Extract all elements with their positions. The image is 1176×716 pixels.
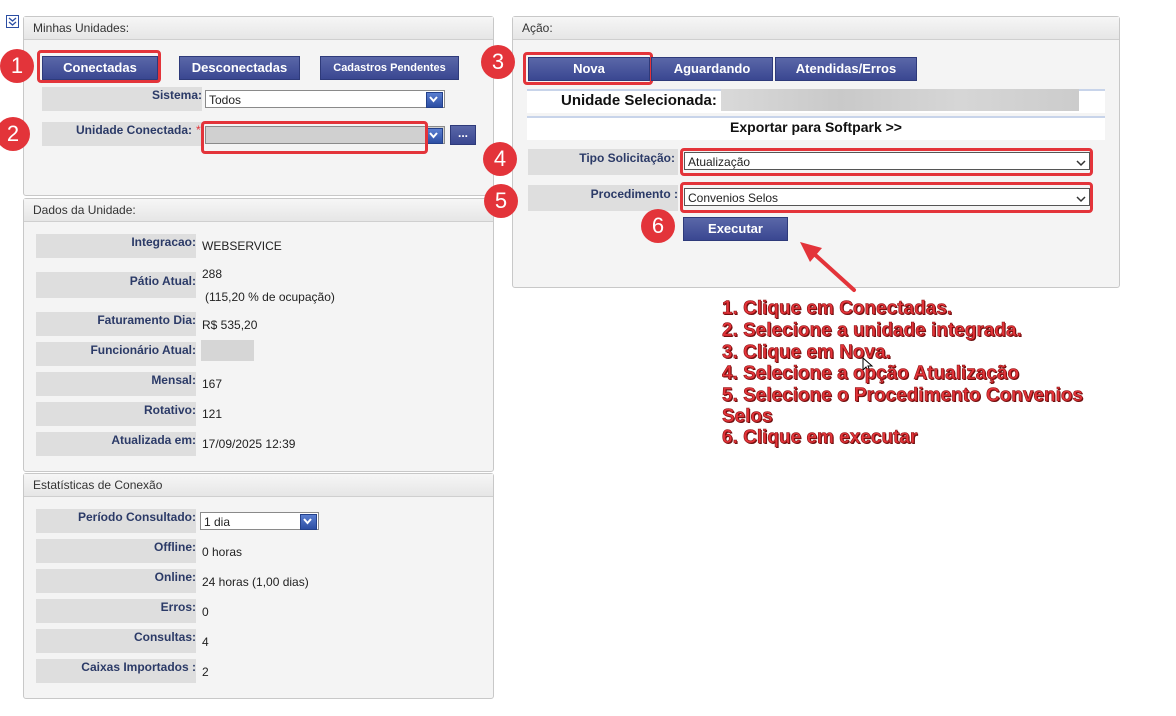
unidade-conectada-label: Unidade Conectada: — [75, 123, 192, 137]
tipo-solicitacao-label: Tipo Solicitação: — [579, 151, 675, 165]
erros-label: Erros: — [160, 600, 196, 614]
required-mark: * — [196, 123, 201, 137]
highlight-conectadas — [37, 50, 161, 83]
consultas-value: 4 — [202, 635, 209, 649]
integracao-label: Integracao: — [131, 235, 196, 249]
panel-title: Ação: — [513, 17, 1119, 40]
highlight-unidade — [201, 121, 428, 154]
mensal-value: 167 — [202, 377, 223, 391]
patio-ocupacao: (115,20 % de ocupação) — [205, 290, 335, 304]
panel-title: Minhas Unidades: — [24, 17, 493, 40]
consultas-label: Consultas: — [133, 630, 196, 644]
funcionario-label: Funcionário Atual: — [90, 343, 196, 357]
atualizada-label: Atualizada em: — [111, 433, 196, 447]
collapse-icon[interactable] — [6, 15, 19, 28]
integracao-value: WEBSERVICE — [202, 239, 282, 253]
instruction-line-2: 2. Selecione a unidade integrada. — [722, 320, 1022, 342]
rotativo-value: 121 — [202, 407, 223, 421]
instruction-line-5: 5. Selecione o Procedimento Convenios — [722, 385, 1084, 407]
highlight-procedimento — [680, 182, 1093, 213]
step-badge-6: 6 — [641, 209, 675, 243]
sistema-label: Sistema: — [151, 88, 202, 102]
tab-aguardando[interactable]: Aguardando — [651, 57, 773, 81]
faturamento-value: R$ 535,20 — [202, 318, 258, 332]
cadastros-pendentes-button[interactable]: Cadastros Pendentes — [320, 56, 459, 80]
chevron-down-icon[interactable] — [426, 92, 443, 108]
periodo-select[interactable]: 1 dia — [200, 512, 319, 530]
panel-title: Dados da Unidade: — [24, 199, 493, 222]
caixas-label: Caixas Importados : — [81, 660, 196, 674]
online-label: Online: — [154, 570, 196, 584]
patio-label: Pátio Atual: — [129, 274, 196, 288]
step-badge-5: 5 — [484, 184, 518, 218]
exportar-softpark-link[interactable]: Exportar para Softpark >> — [527, 119, 1105, 135]
red-arrow-icon — [800, 242, 856, 292]
rotativo-label: Rotativo: — [144, 403, 196, 417]
periodo-label: Período Consultado: — [78, 510, 196, 524]
chevron-down-icon[interactable] — [426, 128, 443, 144]
caixas-value: 2 — [202, 665, 209, 679]
instruction-line-3: 3. Clique em Nova. — [722, 342, 892, 364]
patio-value: 288 — [202, 267, 223, 281]
instruction-line-1: 1. Clique em Conectadas. — [722, 298, 953, 320]
step-badge-3: 3 — [481, 45, 515, 79]
sistema-value: Todos — [209, 93, 242, 107]
offline-value: 0 horas — [202, 545, 243, 559]
funcionario-value-redacted — [201, 340, 254, 361]
desconectadas-button[interactable]: Desconectadas — [179, 56, 300, 80]
atualizada-value: 17/09/2025 12:39 — [202, 437, 296, 451]
step-badge-4: 4 — [483, 142, 517, 176]
instruction-line-6: 6. Clique em executar — [722, 427, 918, 449]
procedimento-label: Procedimento : — [590, 187, 678, 201]
tab-atendidas-erros[interactable]: Atendidas/Erros — [775, 57, 917, 81]
step-badge-1: 1 — [0, 49, 34, 83]
sistema-select[interactable]: Todos — [205, 90, 445, 108]
panel-title: Estatísticas de Conexão — [24, 474, 493, 497]
instruction-line-5b: Selos — [722, 406, 773, 428]
highlight-tipo — [680, 148, 1093, 176]
chevron-down-icon[interactable] — [300, 514, 317, 530]
erros-value: 0 — [202, 605, 209, 619]
instruction-line-4: 4. Selecione a opção Atualização — [722, 363, 1020, 385]
online-value: 24 horas (1,00 dias) — [202, 575, 309, 589]
executar-button[interactable]: Executar — [683, 217, 788, 241]
faturamento-label: Faturamento Dia: — [97, 313, 196, 327]
periodo-value: 1 dia — [204, 515, 231, 529]
unidade-selecionada-value-redacted — [721, 89, 1079, 111]
offline-label: Offline: — [154, 540, 196, 554]
ellipsis-button[interactable]: ... — [450, 125, 476, 145]
mensal-label: Mensal: — [151, 373, 196, 387]
unidade-selecionada-label: Unidade Selecionada: — [561, 92, 717, 109]
highlight-nova — [523, 52, 653, 85]
